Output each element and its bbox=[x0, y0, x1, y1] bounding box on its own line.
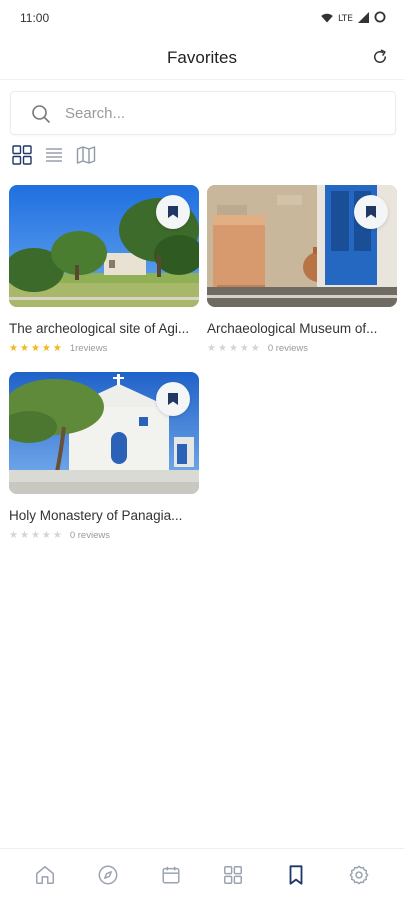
star-icon: ★ bbox=[52, 342, 62, 354]
search-icon bbox=[31, 104, 51, 129]
bookmark-button[interactable] bbox=[156, 382, 190, 416]
refresh-button[interactable] bbox=[368, 45, 392, 69]
review-count: 0 reviews bbox=[69, 530, 110, 541]
apps-grid-icon bbox=[224, 865, 243, 884]
search-input[interactable] bbox=[65, 92, 385, 134]
star-icon: ★ bbox=[41, 342, 51, 354]
card-image[interactable] bbox=[9, 372, 199, 494]
star-icon: ★ bbox=[41, 529, 51, 541]
settings-icon bbox=[349, 865, 369, 884]
nav-settings[interactable] bbox=[339, 855, 379, 895]
status-time: 11:00 bbox=[20, 11, 50, 25]
star-icon: ★ bbox=[52, 529, 62, 541]
search-bar[interactable] bbox=[10, 91, 396, 135]
rating: ★ ★ ★ ★ ★ 0 reviews bbox=[9, 530, 110, 541]
star-icon: ★ bbox=[9, 342, 18, 354]
rating: ★ ★ ★ ★ ★ 0 reviews bbox=[207, 343, 308, 354]
signal-icon bbox=[358, 10, 369, 28]
card-image[interactable] bbox=[9, 185, 199, 307]
app-header: Favorites bbox=[0, 38, 404, 80]
star-icon: ★ bbox=[30, 342, 40, 354]
review-count: 1reviews bbox=[69, 343, 108, 354]
review-count: 0 reviews bbox=[267, 343, 308, 354]
nav-favorites[interactable] bbox=[276, 855, 316, 895]
star-icon: ★ bbox=[30, 529, 40, 541]
home-icon bbox=[36, 865, 55, 884]
view-mode-toggles bbox=[11, 144, 96, 165]
star-icon: ★ bbox=[9, 529, 18, 541]
star-rating: ★ ★ ★ ★ ★ bbox=[207, 342, 260, 354]
star-icon: ★ bbox=[239, 342, 249, 354]
card-title[interactable]: Holy Monastery of Panagia... bbox=[9, 508, 199, 523]
star-rating: ★ ★ ★ ★ ★ bbox=[9, 529, 62, 541]
star-icon: ★ bbox=[217, 342, 227, 354]
bookmark-button[interactable] bbox=[156, 195, 190, 229]
nav-explore[interactable] bbox=[88, 855, 128, 895]
grid-view-icon[interactable] bbox=[11, 144, 32, 165]
bookmark-button[interactable] bbox=[354, 195, 388, 229]
nav-home[interactable] bbox=[25, 855, 65, 895]
status-icons: LTE bbox=[321, 10, 386, 28]
star-icon: ★ bbox=[250, 342, 260, 354]
favorite-card[interactable]: Holy Monastery of Panagia... ★ ★ ★ ★ ★ 0 rev… bbox=[9, 372, 199, 547]
card-image[interactable] bbox=[207, 185, 397, 307]
status-bar: 11:00 LTE bbox=[0, 0, 404, 38]
star-icon: ★ bbox=[228, 342, 238, 354]
circle-icon bbox=[374, 10, 386, 28]
compass-icon bbox=[98, 865, 118, 884]
calendar-icon bbox=[162, 866, 180, 884]
bookmark-icon bbox=[366, 206, 376, 218]
star-icon: ★ bbox=[207, 342, 216, 354]
bottom-navigation bbox=[0, 848, 404, 900]
page-title: Favorites bbox=[167, 48, 237, 67]
wifi-icon bbox=[321, 10, 333, 28]
card-title[interactable]: Archaeological Museum of... bbox=[207, 321, 397, 336]
favorite-card[interactable]: The archeological site of Agi... ★ ★ ★ ★ ★ 1… bbox=[9, 185, 199, 360]
rating: ★ ★ ★ ★ ★ 1reviews bbox=[9, 343, 107, 354]
map-view-icon[interactable] bbox=[75, 144, 96, 165]
refresh-icon bbox=[374, 49, 386, 63]
card-title[interactable]: The archeological site of Agi... bbox=[9, 321, 199, 336]
nav-categories[interactable] bbox=[213, 855, 253, 895]
favorite-card[interactable]: Archaeological Museum of... ★ ★ ★ ★ ★ 0 revi… bbox=[207, 185, 397, 360]
bookmark-icon bbox=[289, 864, 303, 885]
network-type: LTE bbox=[338, 14, 353, 24]
bookmark-icon bbox=[168, 393, 178, 405]
star-rating: ★ ★ ★ ★ ★ bbox=[9, 342, 62, 354]
nav-calendar[interactable] bbox=[151, 855, 191, 895]
list-view-icon[interactable] bbox=[43, 144, 64, 165]
star-icon: ★ bbox=[19, 529, 29, 541]
star-icon: ★ bbox=[19, 342, 29, 354]
bookmark-icon bbox=[168, 206, 178, 218]
